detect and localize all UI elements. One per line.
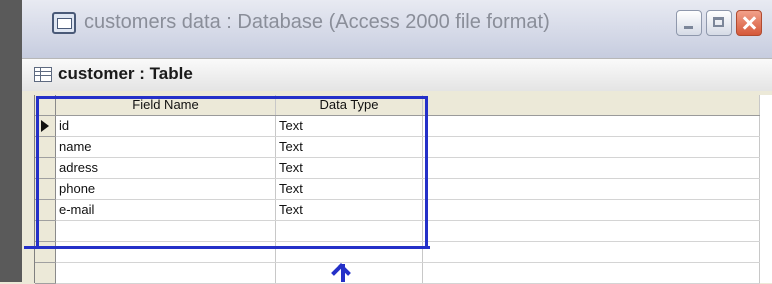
table-window-title: customer : Table	[58, 64, 193, 83]
table-window-titlebar[interactable]: customer : Table	[22, 59, 772, 91]
description-cell[interactable]	[422, 136, 760, 158]
highlight-underline-annotation	[24, 246, 430, 249]
row-selector[interactable]	[35, 262, 56, 284]
background-strip	[0, 0, 22, 282]
description-cell[interactable]	[422, 199, 760, 221]
highlight-box-annotation	[36, 96, 428, 248]
description-cell[interactable]	[422, 241, 760, 263]
field-name-cell[interactable]	[55, 262, 276, 284]
up-arrow-icon	[328, 262, 358, 282]
description-cell[interactable]	[422, 115, 760, 137]
maximize-button[interactable]	[706, 10, 732, 36]
table-row	[35, 262, 760, 284]
database-window-titlebar[interactable]: customers data : Database (Access 2000 f…	[22, 0, 772, 62]
description-cell[interactable]	[422, 178, 760, 200]
database-icon	[52, 12, 76, 34]
minimize-button[interactable]	[676, 10, 702, 36]
column-header-description[interactable]	[422, 95, 760, 116]
description-cell[interactable]	[422, 262, 760, 284]
database-window-title: customers data : Database (Access 2000 f…	[84, 11, 550, 33]
close-button[interactable]	[736, 10, 762, 36]
description-cell[interactable]	[422, 220, 760, 242]
table-icon	[34, 67, 52, 82]
description-cell[interactable]	[422, 157, 760, 179]
